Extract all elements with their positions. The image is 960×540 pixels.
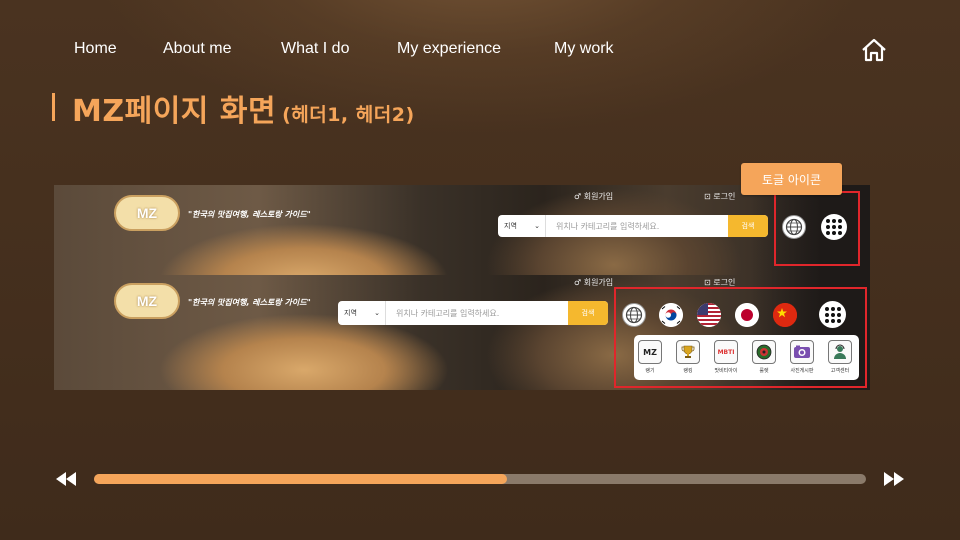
page-title: MZ페이지 화면 (헤더1, 헤더2) [72, 86, 415, 130]
page-title-main: MZ페이지 화면 [72, 94, 277, 129]
site-logo: MZ [114, 283, 180, 319]
login-link[interactable]: ⊡ 로그인 [704, 191, 735, 202]
nav-what-i-do[interactable]: What I do [281, 40, 349, 58]
search-bar: 지역 ⌄ 위치나 카테고리를 입력하세요. 검색 [338, 301, 608, 325]
site-tagline: "한국의 맛집여행, 레스토랑 가이드" [188, 298, 311, 307]
region-select-label: 지역 [344, 309, 357, 317]
logo-text: MZ [136, 205, 158, 221]
home-icon[interactable] [860, 37, 888, 63]
search-bar: 지역 ⌄ 위치나 카테고리를 입력하세요. 검색 [498, 215, 768, 237]
region-select-label: 지역 [504, 222, 517, 230]
site-logo: MZ [114, 195, 180, 231]
chevron-down-icon: ⌄ [534, 222, 540, 230]
header-1: MZ "한국의 맛집여행, 레스토랑 가이드" ♂ 회원가입 ⊡ 로그인 지역 ⌄… [54, 185, 870, 275]
signup-link[interactable]: ♂ 회원가입 [574, 277, 613, 288]
title-accent-bar [52, 93, 55, 121]
nav-my-work[interactable]: My work [554, 40, 614, 58]
nav-about-me[interactable]: About me [163, 40, 231, 58]
header-2: MZ "한국의 맛집여행, 레스토랑 가이드" ♂ 회원가입 ⊡ 로그인 지역 ⌄… [54, 275, 870, 390]
signup-link[interactable]: ♂ 회원가입 [574, 191, 613, 202]
toggle-icon-badge: 토글 아이콘 [741, 163, 842, 195]
highlight-box-2 [614, 287, 867, 388]
search-input[interactable]: 위치나 카테고리를 입력하세요. [386, 308, 568, 319]
fast-forward-icon[interactable] [882, 471, 906, 487]
search-button[interactable]: 검색 [568, 301, 608, 325]
progress-fill [94, 474, 508, 484]
rewind-icon[interactable] [54, 471, 78, 487]
region-select[interactable]: 지역 ⌄ [338, 301, 386, 325]
page-title-sub: (헤더1, 헤더2) [282, 104, 415, 126]
logo-text: MZ [136, 293, 158, 309]
nav-home[interactable]: Home [74, 40, 117, 58]
highlight-box-1 [774, 191, 860, 266]
top-nav: Home About me What I do My experience My… [0, 0, 960, 100]
progress-track[interactable] [94, 474, 866, 484]
site-tagline: "한국의 맛집여행, 레스토랑 가이드" [188, 210, 311, 219]
region-select[interactable]: 지역 ⌄ [498, 215, 546, 237]
header-screenshot: MZ "한국의 맛집여행, 레스토랑 가이드" ♂ 회원가입 ⊡ 로그인 지역 ⌄… [54, 185, 870, 390]
search-input[interactable]: 위치나 카테고리를 입력하세요. [546, 221, 728, 232]
chevron-down-icon: ⌄ [374, 309, 380, 317]
nav-my-experience[interactable]: My experience [397, 40, 501, 58]
search-button[interactable]: 검색 [728, 215, 768, 237]
